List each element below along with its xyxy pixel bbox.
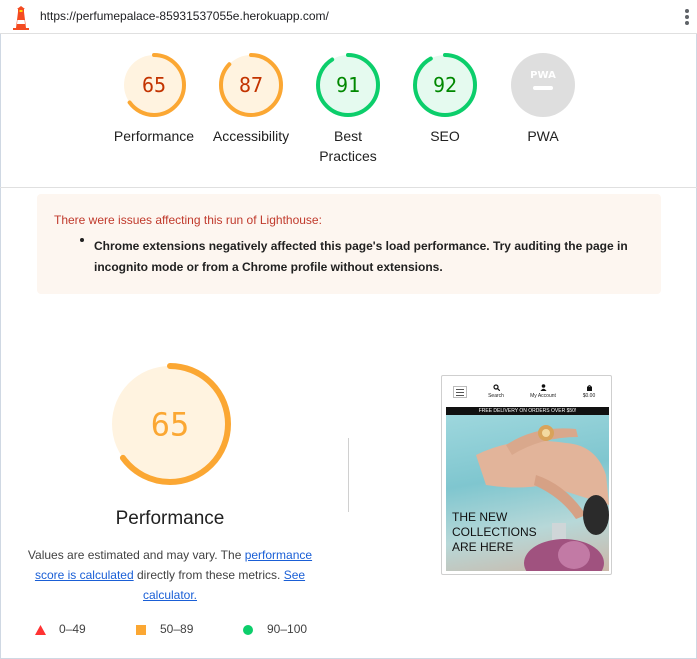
legend-range: 0–49 xyxy=(59,622,86,636)
gauge-label: PWA xyxy=(527,128,559,144)
preview-nav-search: Search xyxy=(476,384,516,399)
gauge-score: 91 xyxy=(336,73,360,97)
hero-line: THE NEW xyxy=(452,510,508,524)
nav-label: $0.00 xyxy=(582,393,596,399)
triangle-icon xyxy=(35,625,46,635)
gauge-best-practices[interactable]: 91 Best Practices xyxy=(298,52,398,166)
hamburger-icon xyxy=(453,386,467,398)
performance-title: Performance xyxy=(115,508,225,529)
page-url[interactable]: https://perfumepalace-85931537055e.herok… xyxy=(40,9,329,23)
gauge-score: 65 xyxy=(151,406,190,444)
gauge-label: Accessibility xyxy=(212,128,290,144)
desc-text: Values are estimated and may vary. The xyxy=(27,548,245,562)
circle-icon xyxy=(243,625,253,635)
shopping-bag-icon xyxy=(586,384,592,391)
gauge-label: Best Practices xyxy=(319,128,377,164)
nav-label: Search xyxy=(488,393,504,399)
gauge-label: SEO xyxy=(430,128,460,144)
gauge-ring: 92 xyxy=(413,53,477,117)
preview-navbar: Search My Account $0.00 xyxy=(442,376,611,406)
user-icon xyxy=(540,384,546,391)
gauge-ring: 65 xyxy=(122,53,186,117)
preview-nav-bag: $0.00 xyxy=(569,384,609,399)
gauge-label: Performance xyxy=(113,128,195,144)
hero-line: COLLECTIONS xyxy=(452,525,537,539)
legend-range: 50–89 xyxy=(160,622,194,636)
gauge-ring: 87 xyxy=(219,53,283,117)
url-bar: https://perfumepalace-85931537055e.herok… xyxy=(0,0,697,34)
pwa-badge-text: PWA xyxy=(530,70,556,81)
gauge-score: 65 xyxy=(142,73,166,97)
hero-headline: THE NEW COLLECTIONS ARE HERE xyxy=(452,510,537,555)
square-icon xyxy=(136,625,146,635)
nav-label: My Account xyxy=(530,393,556,399)
gauge-performance[interactable]: 65 Performance xyxy=(104,52,204,146)
page-screenshot-thumbnail[interactable]: Search My Account $0.00 FREE DELIVERY ON… xyxy=(441,375,612,575)
performance-description: Values are estimated and may vary. The p… xyxy=(20,545,320,605)
pwa-badge-background xyxy=(511,53,575,117)
preview-banner: FREE DELIVERY ON ORDERS OVER $50! xyxy=(446,407,609,415)
gauge-seo[interactable]: 92 SEO xyxy=(395,52,495,146)
run-warning-box: There were issues affecting this run of … xyxy=(37,194,661,294)
gauge-pwa[interactable]: PWA PWA xyxy=(493,52,593,146)
score-gauges: 65 Performance 87 Accessibility 91 Best … xyxy=(0,34,697,188)
legend-range: 90–100 xyxy=(267,622,308,636)
gauge-score: 92 xyxy=(433,73,457,97)
gauge-ring: 91 xyxy=(316,53,380,117)
divider xyxy=(348,438,349,512)
performance-gauge-large: 65 xyxy=(109,363,231,485)
preview-nav-account: My Account xyxy=(523,384,563,399)
warning-item: Chrome extensions negatively affected th… xyxy=(94,239,628,274)
preview-hero-image: THE NEW COLLECTIONS ARE HERE xyxy=(446,415,609,571)
lighthouse-logo-icon xyxy=(13,6,29,30)
search-icon xyxy=(492,384,500,391)
warning-title: There were issues affecting this run of … xyxy=(54,213,322,227)
pwa-dash xyxy=(533,86,553,90)
bullet-icon xyxy=(80,238,84,242)
pwa-badge-icon: PWA xyxy=(511,53,575,117)
hero-line: ARE HERE xyxy=(452,540,514,554)
desc-text: directly from these metrics. xyxy=(133,568,284,582)
gauge-score: 87 xyxy=(239,73,263,97)
more-options-icon[interactable] xyxy=(684,9,690,25)
gauge-accessibility[interactable]: 87 Accessibility xyxy=(201,52,301,146)
